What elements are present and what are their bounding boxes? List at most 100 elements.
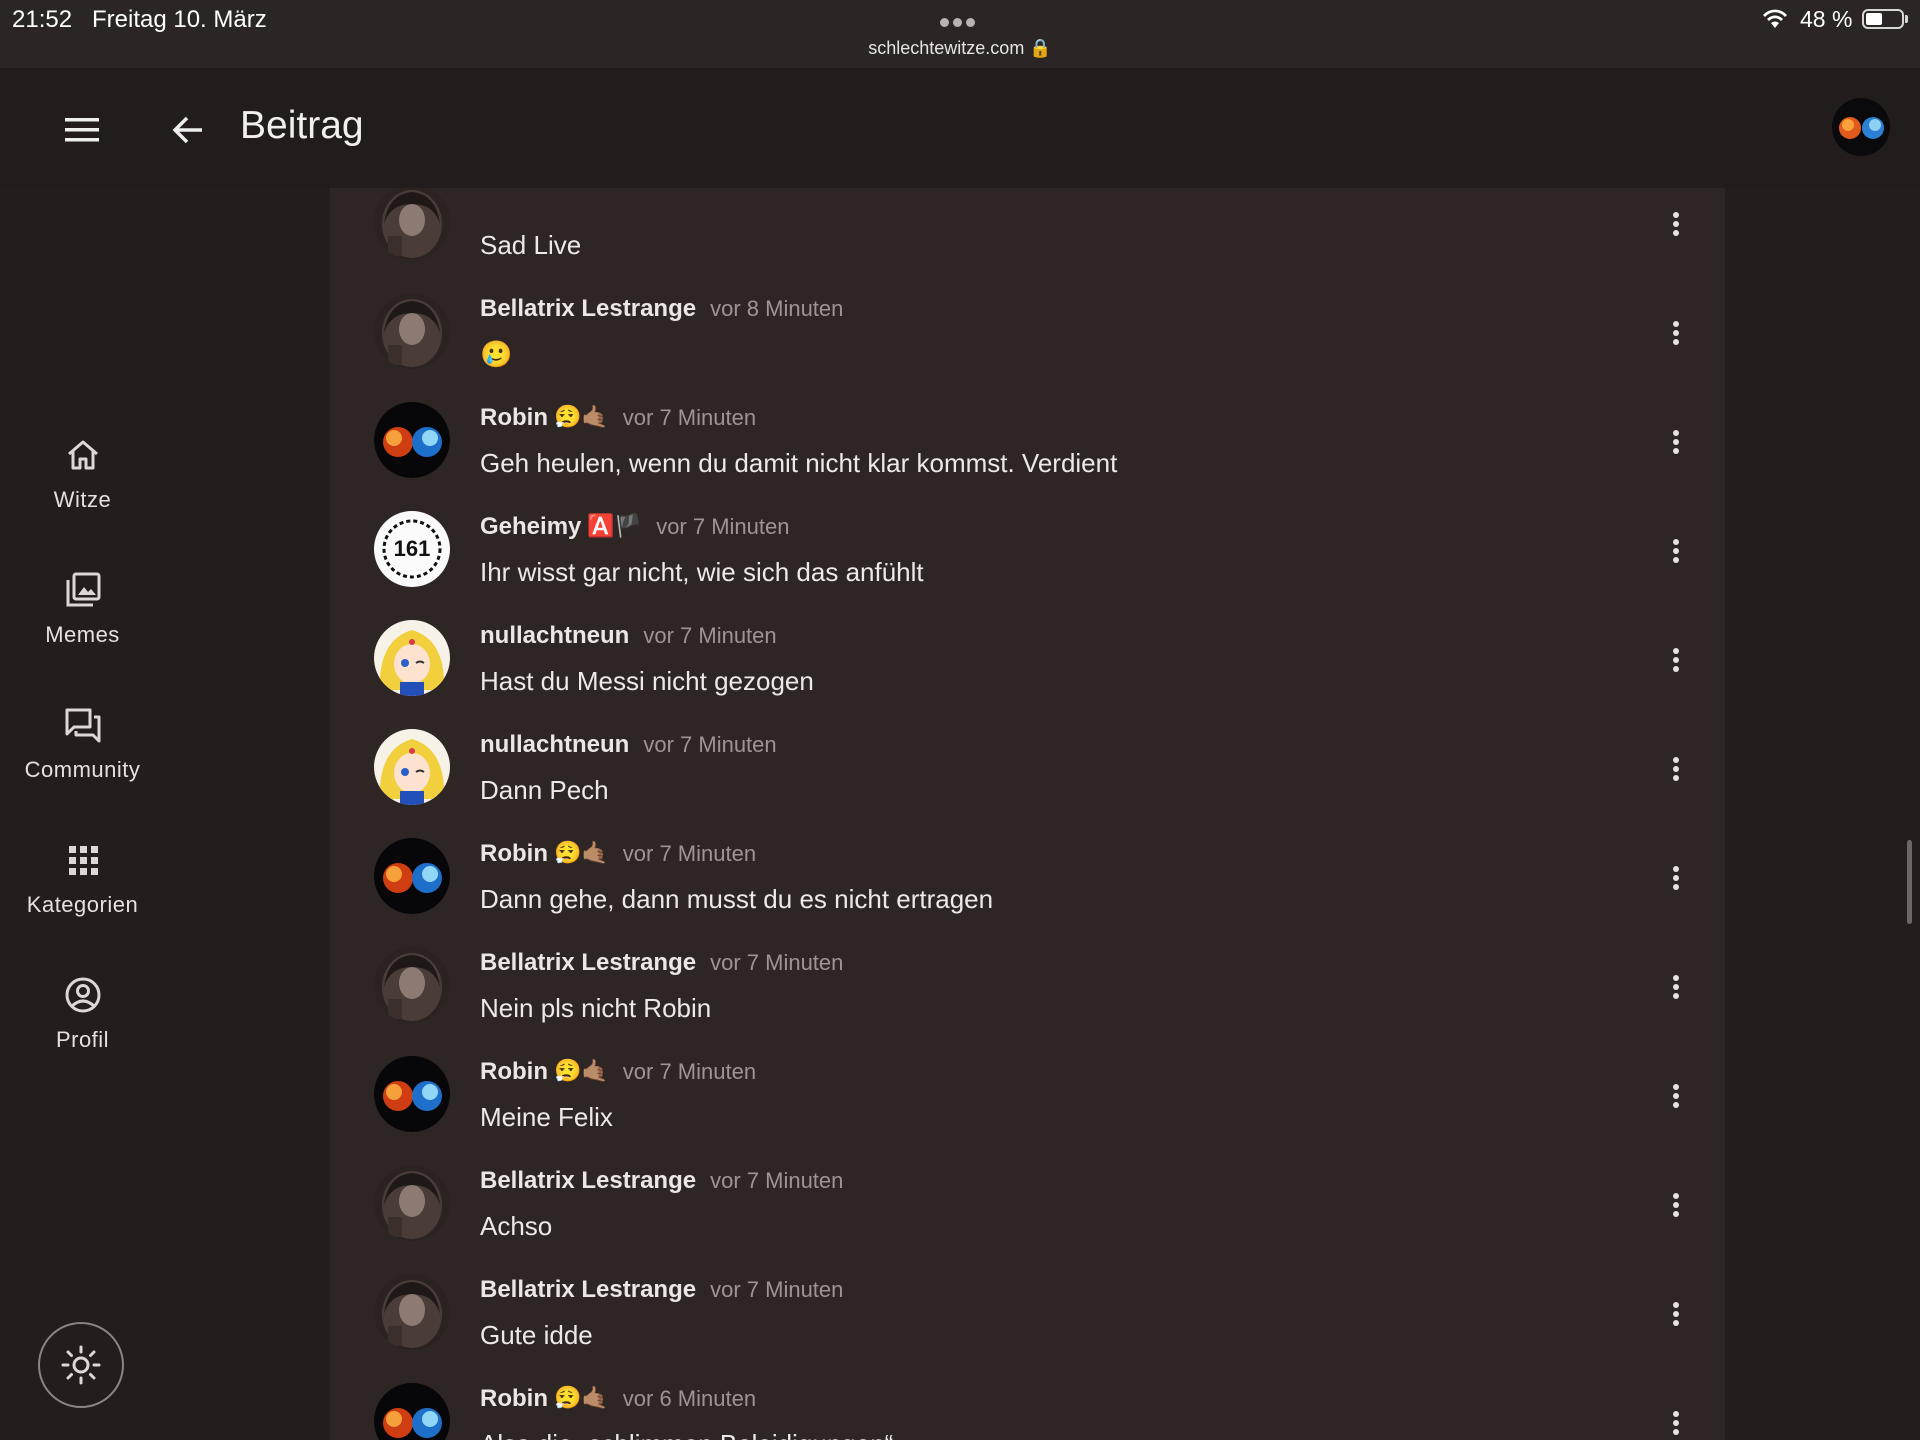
avatar[interactable] [374, 1383, 450, 1440]
nav-item-profil[interactable]: Profil [0, 975, 165, 1095]
comment-timestamp: vor 6 Minuten [622, 1386, 757, 1411]
comment-timestamp: vor 7 Minuten [710, 1277, 844, 1302]
comment-text: Achso [480, 1211, 553, 1241]
theme-toggle-button[interactable] [38, 1322, 124, 1408]
nav-label: Memes [45, 622, 120, 647]
comment-author[interactable]: Robin [480, 1385, 548, 1412]
more-vert-icon[interactable] [1664, 749, 1688, 789]
comment-text: Dann Pech [480, 775, 609, 805]
comment-item: Robin😮‍💨🤙🏽 vor 6 Minuten Also die „schlimm… [330, 1365, 1725, 1440]
battery-nub [1905, 15, 1908, 23]
nav-label: Witze [53, 487, 112, 512]
comment-item: Robin 😮‍💨🤙🏽 vor 7 Minuten Meine Felix [330, 1038, 1725, 1147]
comment-item: 161 Geheimy 🅰️🏴 vor 7 Minuten Ihr wisst gar… [330, 493, 1725, 602]
more-vert-icon[interactable] [1664, 967, 1688, 1007]
status-date: Freitag 10. März [92, 6, 267, 33]
comment-text: 🥲 [480, 339, 513, 369]
avatar[interactable]: 161 [374, 511, 450, 587]
nav-item-witze[interactable]: Witze [0, 435, 165, 555]
comment-timestamp: vor 7 Minuten [622, 1059, 757, 1084]
comment-author[interactable]: Robin [480, 404, 548, 431]
author-emoji: 😮‍💨🤙🏽 [553, 404, 609, 429]
comment-header: Bellatrix Lestrange vor 7 Minuten [480, 1167, 843, 1199]
comment-author[interactable]: Bellatrix Lestrange [480, 295, 696, 322]
url-label[interactable]: schlechtewitze.com 🔒 [0, 38, 1920, 59]
nav-item-memes[interactable]: Memes [0, 570, 165, 690]
author-emoji: 😮‍💨🤙🏽 [553, 1385, 609, 1410]
comment-timestamp: vor 7 Minuten [622, 841, 757, 866]
more-vert-icon[interactable] [1664, 422, 1688, 462]
home-icon [67, 440, 98, 470]
author-emoji: 🅰️🏴 [587, 513, 643, 538]
comment-text: Hast du Messi nicht gezogen [480, 666, 814, 696]
app-bar: Beitrag [0, 68, 1920, 188]
comment-item: Bellatrix Lestrange vor 7 Minuten Achso [330, 1147, 1725, 1256]
comment-author[interactable]: Bellatrix Lestrange [480, 1167, 696, 1194]
user-avatar[interactable] [1832, 98, 1890, 156]
comment-header: Bellatrix Lestrange vor 7 Minuten [480, 1276, 843, 1308]
hamburger-menu-icon[interactable] [60, 114, 104, 146]
comment-header: Bellatrix Lestrange vor 7 Minuten [480, 949, 843, 981]
avatar[interactable] [374, 188, 450, 260]
comment-author[interactable]: nullachtneun [480, 731, 629, 758]
comment-author[interactable]: Geheimy [480, 513, 581, 540]
more-vert-icon[interactable] [1664, 1294, 1688, 1334]
avatar[interactable] [374, 1056, 450, 1132]
avatar[interactable] [374, 620, 450, 696]
page-title: Beitrag [240, 104, 364, 147]
author-emoji: 😮‍💨🤙🏽 [553, 840, 609, 865]
comment-header: nullachtneun vor 7 Minuten [480, 622, 777, 654]
avatar[interactable] [374, 293, 450, 369]
comment-author[interactable]: Robin [480, 1058, 548, 1085]
battery-percent: 48 % [1800, 6, 1853, 32]
more-vert-icon[interactable] [1664, 1403, 1688, 1440]
comment-item: nullachtneun vor 7 Minuten Dann Pech [330, 711, 1725, 820]
more-vert-icon[interactable] [1664, 204, 1688, 244]
comment-header: nullachtneun vor 7 Minuten [480, 731, 777, 763]
comment-item: Bellatrix Lestrange vor 7 Minuten Nein pls… [330, 929, 1725, 1038]
arrow-left-icon[interactable] [168, 110, 208, 150]
comment-author[interactable]: nullachtneun [480, 622, 629, 649]
comment-text: Nein pls nicht Robin [480, 993, 712, 1023]
comment-item: Robin 😮‍💨🤙🏽 vor 7 Minuten Dann gehe, dann m… [330, 820, 1725, 929]
comment-text: Gute idde [480, 1320, 593, 1350]
status-bar: 21:52 Freitag 10. März schlechtewitze.co… [0, 0, 1920, 68]
more-vert-icon[interactable] [1664, 1185, 1688, 1225]
comment-author[interactable]: Robin [480, 840, 548, 867]
comment-text: Geh heulen, wenn du damit nicht klar kom… [480, 448, 1118, 478]
avatar[interactable] [374, 402, 450, 478]
comment-timestamp: vor 7 Minuten [643, 623, 777, 648]
comment-item: Bellatrix Lestrange vor 8 Minuten 🥲 [330, 275, 1725, 384]
nav-label: Kategorien [26, 892, 139, 917]
side-navigation: Witze Memes Community Kategorien Profil [0, 188, 165, 1440]
comment-header: Geheimy 🅰️🏴 vor 7 Minuten [480, 513, 789, 545]
more-vert-icon[interactable] [1664, 1076, 1688, 1116]
nav-label: Profil [55, 1027, 110, 1052]
comment-header: Bellatrix Lestrange vor 8 Minuten [480, 295, 843, 327]
comment-author[interactable]: Bellatrix Lestrange [480, 1276, 696, 1303]
avatar[interactable] [374, 947, 450, 1023]
comment-text: Ihr wisst gar nicht, wie sich das anfühl… [480, 557, 924, 587]
status-time: 21:52 [12, 6, 73, 33]
grid-icon [68, 846, 98, 875]
more-vert-icon[interactable] [1664, 531, 1688, 571]
comment-header: Robin 😮‍💨🤙🏽 vor 7 Minuten [480, 1058, 756, 1090]
nav-item-kategorien[interactable]: Kategorien [0, 840, 165, 960]
avatar[interactable] [374, 1165, 450, 1241]
more-vert-icon[interactable] [1664, 640, 1688, 680]
comment-author[interactable]: Bellatrix Lestrange [480, 949, 696, 976]
comment-timestamp: vor 8 Minuten [710, 296, 844, 321]
more-vert-icon[interactable] [1664, 313, 1688, 353]
more-vert-icon[interactable] [1664, 858, 1688, 898]
comment-item: nullachtneun vor 7 Minuten Hast du Messi n… [330, 602, 1725, 711]
avatar[interactable] [374, 838, 450, 914]
scrollbar[interactable] [1907, 840, 1912, 924]
nav-item-community[interactable]: Community [0, 705, 165, 825]
sun-icon [61, 1345, 101, 1385]
browser-more-icon[interactable] [940, 14, 980, 32]
comment-item: Robin 😮‍💨🤙🏽 vor 7 Minuten Geh heulen, wenn … [330, 384, 1725, 493]
comment-header: Robin 😮‍💨🤙🏽 vor 6 Minuten [480, 1385, 756, 1417]
avatar[interactable] [374, 729, 450, 805]
avatar[interactable] [374, 1274, 450, 1350]
image-gallery-icon [66, 572, 100, 607]
